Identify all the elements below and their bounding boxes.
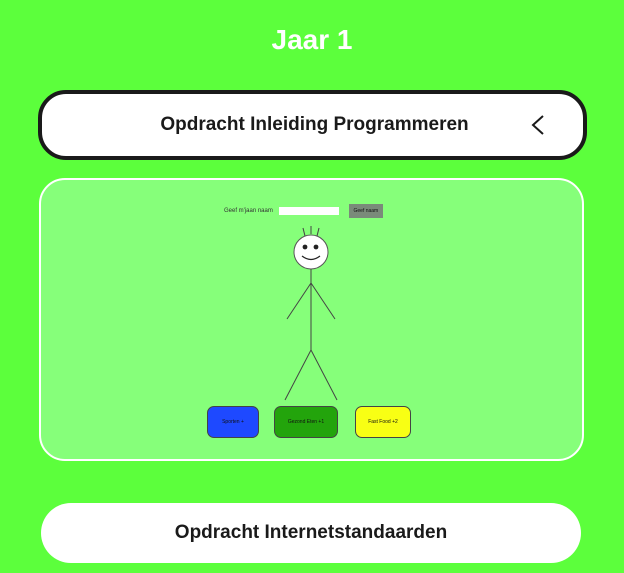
left-leg [284,349,312,401]
left-arm [286,282,312,320]
choice-gezond-eten-button[interactable]: Gezond Eten +1 [274,406,338,438]
submit-name-button[interactable]: Geef naam [348,204,383,218]
right-arm [310,282,336,320]
head [293,234,329,270]
left-eye [302,244,308,250]
name-form: Geef m'jaan naam Geef naam [224,204,383,218]
page-title: Jaar 1 [271,24,353,55]
choice-sporten-button[interactable]: Sporten + [207,406,259,438]
right-leg [310,349,338,401]
chevron-left-icon [531,115,544,135]
right-eye [313,244,319,250]
name-input[interactable] [278,207,339,215]
name-prompt-label: Geef m'jaan naam [224,208,273,214]
stick-figure-illustration [284,226,338,401]
assignment-internetstandaarden-toggle[interactable]: Opdracht Internetstandaarden [41,503,581,563]
assignment-title: Opdracht Inleiding Programmeren [160,114,469,135]
assignment-preview-panel: Geef m'jaan naam Geef naam Sporten + Gez… [39,178,584,461]
assignment-inleiding-programmeren-toggle[interactable]: Opdracht Inleiding Programmeren [38,90,587,160]
choice-fast-food-button[interactable]: Fast Food +2 [355,406,411,438]
